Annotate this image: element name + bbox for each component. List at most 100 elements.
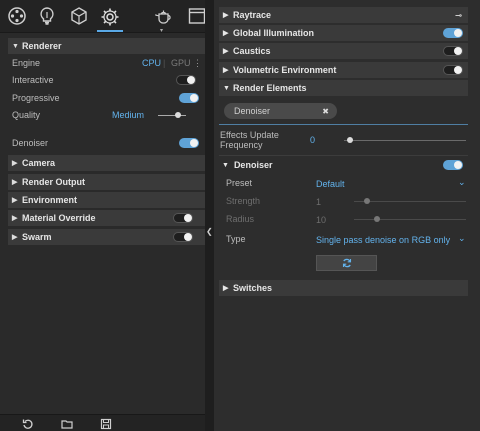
toolbar: ▾ bbox=[0, 0, 206, 34]
swarm-toggle[interactable] bbox=[173, 232, 193, 242]
material-box-icon[interactable] bbox=[66, 3, 92, 29]
preset-label: Preset bbox=[226, 178, 253, 188]
radius-label: Radius bbox=[226, 214, 255, 224]
render-elements-divider bbox=[219, 124, 468, 125]
save-icon[interactable] bbox=[100, 418, 112, 430]
progressive-toggle[interactable] bbox=[179, 93, 199, 103]
effects-update-frequency-knob[interactable] bbox=[347, 137, 353, 143]
lighting-icon[interactable] bbox=[34, 3, 60, 29]
panel-splitter[interactable] bbox=[205, 0, 214, 431]
denoiser-toggle[interactable] bbox=[179, 138, 199, 148]
switches-section-header[interactable]: ▶ Switches bbox=[219, 280, 468, 296]
chevron-down-icon[interactable]: ⌄ bbox=[458, 233, 466, 244]
caret-down-icon: ▼ bbox=[222, 161, 229, 169]
engine-separator: | bbox=[163, 58, 166, 68]
denoiser-subsection-header[interactable]: ▼ Denoiser bbox=[222, 158, 272, 172]
strength-slider-knob[interactable] bbox=[364, 198, 370, 204]
caustics-title: Caustics bbox=[233, 46, 271, 56]
strength-slider[interactable] bbox=[354, 201, 466, 202]
remove-chip-icon[interactable]: ✖ bbox=[322, 107, 329, 116]
volumetric-environment-section-header[interactable]: ▶ Volumetric Environment bbox=[219, 62, 468, 78]
material-override-toggle[interactable] bbox=[173, 213, 193, 223]
caret-right-icon: ▶ bbox=[12, 160, 18, 167]
left-bottom-bar bbox=[0, 414, 205, 431]
caret-right-icon: ▶ bbox=[223, 48, 229, 55]
preset-dropdown[interactable]: Default bbox=[316, 179, 345, 189]
volumetric-environment-toggle[interactable] bbox=[443, 65, 463, 75]
global-illumination-title: Global Illumination bbox=[233, 28, 314, 38]
caret-right-icon: ▶ bbox=[223, 67, 229, 74]
quality-value: Medium bbox=[112, 110, 145, 120]
denoiser-element-chip[interactable]: Denoiser ✖ bbox=[224, 103, 337, 119]
teapot-dropdown-icon[interactable]: ▾ bbox=[160, 27, 163, 34]
raytrace-title: Raytrace bbox=[233, 10, 272, 20]
strength-label: Strength bbox=[226, 196, 261, 206]
denoiser-subsection-toggle[interactable] bbox=[443, 160, 463, 170]
caret-right-icon: ▶ bbox=[223, 285, 229, 292]
caustics-section-header[interactable]: ▶ Caustics bbox=[219, 43, 468, 59]
interactive-toggle[interactable] bbox=[176, 75, 196, 85]
left-panel: ▾ ▼ Renderer Engine CPU | GPU ⋮ Interact… bbox=[0, 0, 206, 431]
engine-gpu-option[interactable]: GPU bbox=[171, 58, 191, 68]
caret-right-icon: ▶ bbox=[223, 12, 229, 19]
raytrace-section-header[interactable]: ▶ Raytrace ⊸ bbox=[219, 7, 468, 23]
teapot-icon[interactable] bbox=[151, 3, 177, 29]
caret-right-icon: ▶ bbox=[12, 234, 18, 241]
caret-right-icon: ▶ bbox=[12, 215, 18, 222]
radius-slider-knob[interactable] bbox=[374, 216, 380, 222]
divider bbox=[219, 155, 468, 156]
swarm-title: Swarm bbox=[22, 232, 52, 242]
switches-title: Switches bbox=[233, 283, 273, 293]
reset-icon[interactable] bbox=[22, 418, 34, 430]
radius-slider[interactable] bbox=[354, 219, 466, 220]
type-dropdown[interactable]: Single pass denoise on RGB only bbox=[316, 235, 450, 245]
render-elements-title: Render Elements bbox=[233, 83, 307, 93]
radius-value: 10 bbox=[316, 215, 327, 225]
engine-row: Engine CPU | GPU ⋮ bbox=[12, 56, 202, 70]
strength-value: 1 bbox=[316, 197, 322, 207]
render-settings-icon[interactable] bbox=[4, 3, 30, 29]
right-panel: ▶ Raytrace ⊸ ▶ Global Illumination ▶ Cau… bbox=[214, 0, 480, 431]
quality-slider[interactable] bbox=[158, 115, 186, 116]
material-override-title: Material Override bbox=[22, 213, 96, 223]
denoiser-subsection-title: Denoiser bbox=[233, 160, 273, 170]
render-elements-section-header[interactable]: ▼ Render Elements bbox=[219, 80, 468, 96]
pin-icon[interactable]: ⊸ bbox=[455, 11, 462, 20]
volumetric-environment-title: Volumetric Environment bbox=[233, 65, 337, 75]
interactive-row: Interactive bbox=[12, 73, 202, 87]
type-label: Type bbox=[226, 234, 246, 244]
effects-update-frequency-value: 0 bbox=[310, 135, 316, 145]
open-folder-icon[interactable] bbox=[61, 418, 73, 430]
caret-down-icon: ▼ bbox=[12, 42, 19, 50]
caustics-toggle[interactable] bbox=[443, 46, 463, 56]
effects-update-frequency-slider[interactable] bbox=[344, 140, 466, 141]
camera-section-header[interactable]: ▶ Camera bbox=[8, 155, 205, 171]
camera-title: Camera bbox=[22, 158, 56, 168]
engine-cpu-option[interactable]: CPU bbox=[142, 58, 161, 68]
environment-section-header[interactable]: ▶ Environment bbox=[8, 192, 205, 208]
gear-icon[interactable] bbox=[97, 3, 123, 32]
caret-right-icon: ▶ bbox=[12, 179, 18, 186]
refresh-button[interactable] bbox=[316, 255, 377, 271]
denoiser-row: Denoiser bbox=[12, 136, 202, 150]
denoiser-label: Denoiser bbox=[12, 138, 49, 148]
caret-right-icon: ▶ bbox=[223, 30, 229, 37]
quality-slider-knob[interactable] bbox=[175, 112, 181, 118]
progressive-label: Progressive bbox=[12, 93, 60, 103]
caret-down-icon: ▼ bbox=[223, 84, 230, 92]
renderer-title: Renderer bbox=[22, 41, 62, 51]
environment-title: Environment bbox=[22, 195, 78, 205]
refresh-icon bbox=[342, 258, 351, 268]
progressive-row: Progressive bbox=[12, 91, 202, 105]
chevron-down-icon[interactable]: ⌄ bbox=[458, 177, 466, 188]
caret-right-icon: ▶ bbox=[12, 197, 18, 204]
global-illumination-section-header[interactable]: ▶ Global Illumination bbox=[219, 25, 468, 41]
denoiser-chip-label: Denoiser bbox=[234, 106, 271, 116]
effects-update-frequency-label: Effects Update Frequency bbox=[220, 130, 279, 150]
render-output-section-header[interactable]: ▶ Render Output bbox=[8, 174, 205, 190]
more-options-icon[interactable]: ⋮ bbox=[193, 58, 202, 69]
collapse-left-icon[interactable]: ❮ bbox=[206, 227, 213, 236]
renderer-section-header[interactable]: ▼ Renderer bbox=[8, 38, 205, 54]
interactive-label: Interactive bbox=[12, 75, 54, 85]
global-illumination-toggle[interactable] bbox=[443, 28, 463, 38]
